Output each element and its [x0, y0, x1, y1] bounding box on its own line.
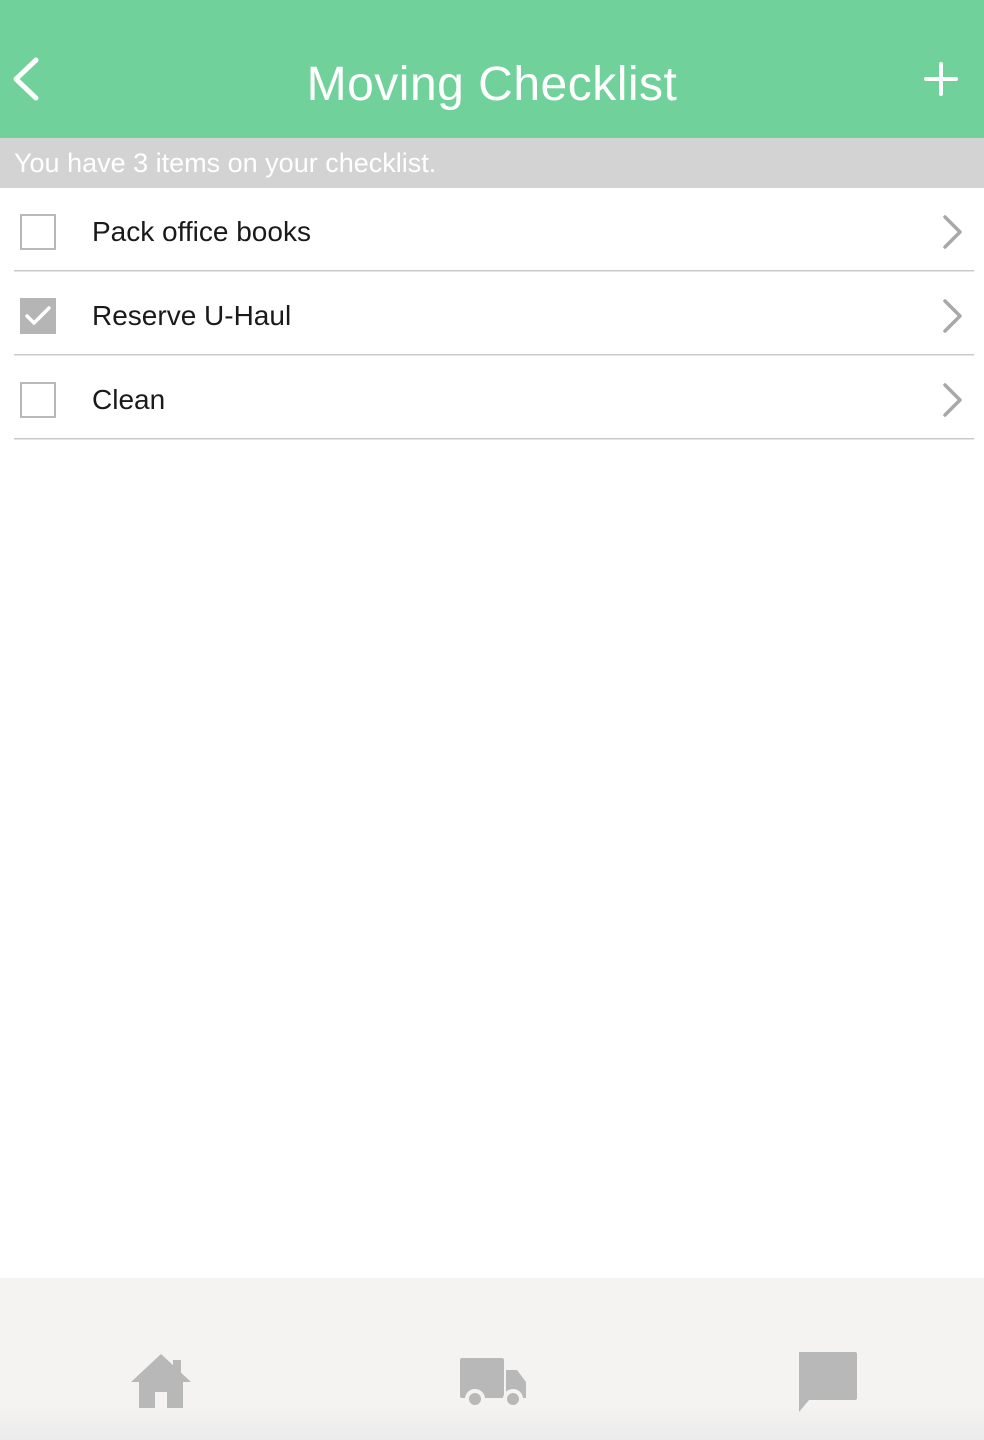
app-screen: Moving Checklist You have 3 items on you…: [0, 0, 984, 1440]
summary-text: You have 3 items on your checklist.: [14, 148, 437, 178]
plus-icon: [924, 62, 958, 96]
chat-icon: [799, 1352, 857, 1412]
page-title: Moving Checklist: [306, 58, 678, 111]
truck-icon: [460, 1358, 526, 1409]
chevron-right-icon: [943, 215, 962, 249]
item-label: Reserve U-Haul: [92, 300, 292, 331]
add-item-button[interactable]: [904, 45, 974, 115]
checklist: Pack office books Reserve U-Haul Clean: [0, 188, 984, 440]
divider: [14, 438, 974, 440]
nav-chat-button[interactable]: [777, 1338, 877, 1438]
checkbox[interactable]: [20, 298, 56, 334]
checkbox[interactable]: [20, 214, 56, 250]
checkmark-icon: [25, 306, 51, 325]
bottom-nav: [0, 1278, 984, 1440]
list-item[interactable]: Clean: [0, 356, 984, 440]
summary-bar: You have 3 items on your checklist.: [0, 138, 984, 188]
item-label: Clean: [92, 384, 166, 415]
chevron-right-icon: [943, 383, 962, 417]
header-bar: Moving Checklist: [0, 0, 984, 138]
nav-home-button[interactable]: [111, 1338, 211, 1438]
home-icon: [131, 1354, 191, 1408]
nav-truck-button[interactable]: [443, 1338, 543, 1438]
list-item[interactable]: Reserve U-Haul: [0, 272, 984, 356]
chevron-right-icon: [943, 299, 962, 333]
checkbox[interactable]: [20, 382, 56, 418]
list-item[interactable]: Pack office books: [0, 188, 984, 272]
item-label: Pack office books: [92, 216, 311, 247]
